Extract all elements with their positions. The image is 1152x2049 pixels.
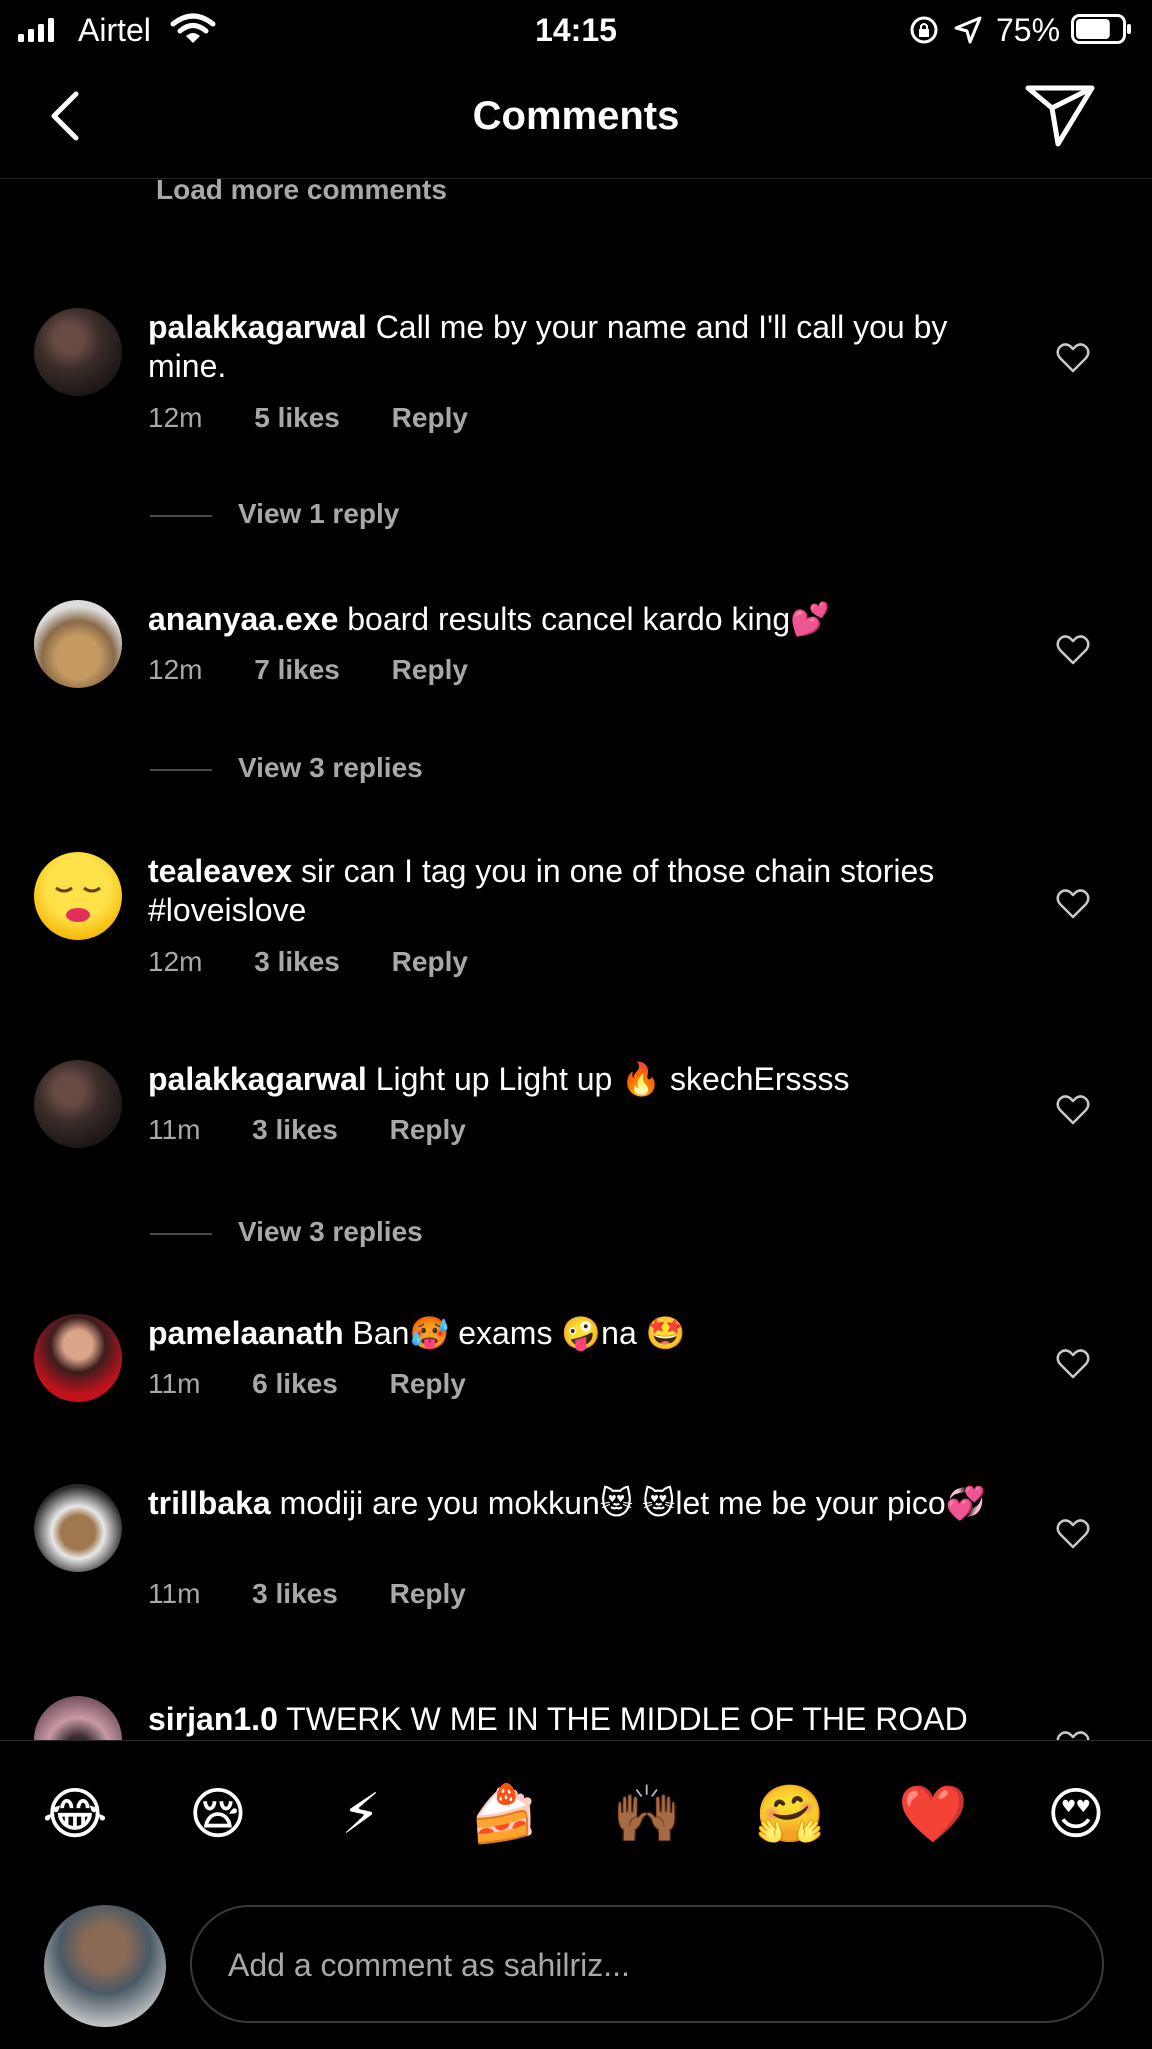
rotation-lock-icon — [910, 16, 938, 44]
comment-username[interactable]: pamelaanath — [148, 1315, 344, 1351]
comment-username[interactable]: palakkagarwal — [148, 309, 367, 345]
reply-button[interactable]: Reply — [392, 402, 468, 433]
comment-text: TWERK W ME IN THE MIDDLE OF THE ROAD — [286, 1701, 968, 1737]
heart-icon[interactable] — [1056, 1518, 1090, 1550]
emoji-button[interactable]: ❤️ — [898, 1779, 968, 1849]
avatar[interactable] — [34, 1314, 122, 1402]
comment-input[interactable] — [226, 1907, 1070, 2023]
emoji-button[interactable]: ⚡ — [326, 1779, 396, 1849]
quick-emoji-row: 😂 😪 ⚡ 🍰 🙌🏾 🤗 ❤️ 😍 — [0, 1779, 1152, 1849]
emoji-button[interactable]: 😪 — [183, 1779, 253, 1849]
reply-button[interactable]: Reply — [392, 654, 468, 685]
comment-time: 11m — [148, 1114, 201, 1145]
comment-time: 12m — [148, 946, 203, 977]
load-more-comments[interactable]: Load more comments — [156, 174, 447, 206]
heart-icon[interactable] — [1056, 1348, 1090, 1380]
location-icon — [954, 16, 982, 44]
comment-time: 12m — [148, 654, 203, 685]
reply-button[interactable]: Reply — [390, 1368, 466, 1399]
heart-icon[interactable] — [1056, 888, 1090, 920]
comment-text: Ban🥵 exams 🤪na 🤩 — [352, 1315, 686, 1351]
comment-composer-bar: 😂 😪 ⚡ 🍰 🙌🏾 🤗 ❤️ 😍 — [0, 1740, 1152, 2049]
emoji-button[interactable]: 🍰 — [469, 1779, 539, 1849]
sleepy-face-icon — [55, 886, 101, 893]
heart-icon[interactable] — [1056, 634, 1090, 666]
comment-username[interactable]: palakkagarwal — [148, 1061, 367, 1097]
avatar[interactable] — [34, 308, 122, 396]
emoji-button[interactable]: 😂 — [40, 1779, 110, 1849]
avatar[interactable] — [34, 1696, 122, 1740]
battery-icon — [1071, 14, 1131, 44]
send-direct-icon[interactable] — [1024, 82, 1096, 148]
avatar[interactable] — [34, 852, 122, 940]
avatar[interactable] — [34, 600, 122, 688]
comment-username[interactable]: ananyaa.exe — [148, 601, 338, 637]
emoji-button[interactable]: 🙌🏾 — [612, 1779, 682, 1849]
reply-button[interactable]: Reply — [392, 946, 468, 977]
comment-meta: 12m 3 likes Reply — [148, 946, 512, 978]
comment-likes[interactable]: 3 likes — [252, 1114, 338, 1145]
comment-likes[interactable]: 6 likes — [252, 1368, 338, 1399]
heart-icon[interactable] — [1056, 342, 1090, 374]
avatar[interactable] — [34, 1060, 122, 1148]
view-replies[interactable]: View 3 replies — [150, 752, 423, 784]
comment-time: 12m — [148, 402, 203, 433]
heart-icon[interactable] — [1056, 1730, 1090, 1740]
emoji-button[interactable]: 😍 — [1041, 1779, 1111, 1849]
comment-username[interactable]: sirjan1.0 — [148, 1701, 278, 1737]
comment-username[interactable]: trillbaka — [148, 1485, 271, 1521]
view-replies[interactable]: View 3 replies — [150, 1216, 423, 1248]
status-bar: Airtel 14:15 75% — [0, 0, 1152, 60]
comment-likes[interactable]: 5 likes — [254, 402, 340, 433]
comment-text: board results cancel kardo king💕 — [347, 601, 830, 637]
reply-button[interactable]: Reply — [390, 1114, 466, 1145]
comment-time: 11m — [148, 1368, 201, 1399]
reply-button[interactable]: Reply — [390, 1578, 466, 1609]
my-avatar — [44, 1905, 166, 2027]
comment-likes[interactable]: 3 likes — [252, 1578, 338, 1609]
battery-percent: 75% — [996, 12, 1061, 48]
comment-meta: 12m 5 likes Reply — [148, 402, 512, 434]
comment-text: modiji are you mokkun😻 😻let me be your p… — [279, 1485, 986, 1521]
comment-time: 11m — [148, 1578, 201, 1609]
comment-username[interactable]: tealeavex — [148, 853, 292, 889]
comment-likes[interactable]: 3 likes — [254, 946, 340, 977]
comment-text: Light up Light up 🔥 skechErssss — [375, 1061, 850, 1097]
page-title: Comments — [472, 94, 680, 138]
comment-meta: 11m 6 likes Reply — [148, 1368, 510, 1400]
comment-meta: 11m 3 likes Reply — [148, 1114, 510, 1146]
header: Comments — [0, 60, 1152, 179]
comment-meta: 11m 3 likes Reply — [148, 1578, 510, 1610]
comment-likes[interactable]: 7 likes — [254, 654, 340, 685]
avatar[interactable] — [34, 1484, 122, 1572]
view-replies[interactable]: View 1 reply — [150, 498, 399, 530]
comment-meta: 12m 7 likes Reply — [148, 654, 512, 686]
emoji-button[interactable]: 🤗 — [755, 1779, 825, 1849]
comment-list-clip: sirjan1.0 TWERK W ME IN THE MIDDLE OF TH… — [0, 1660, 1152, 1740]
comment-input-wrapper — [190, 1905, 1104, 2023]
heart-icon[interactable] — [1056, 1094, 1090, 1126]
